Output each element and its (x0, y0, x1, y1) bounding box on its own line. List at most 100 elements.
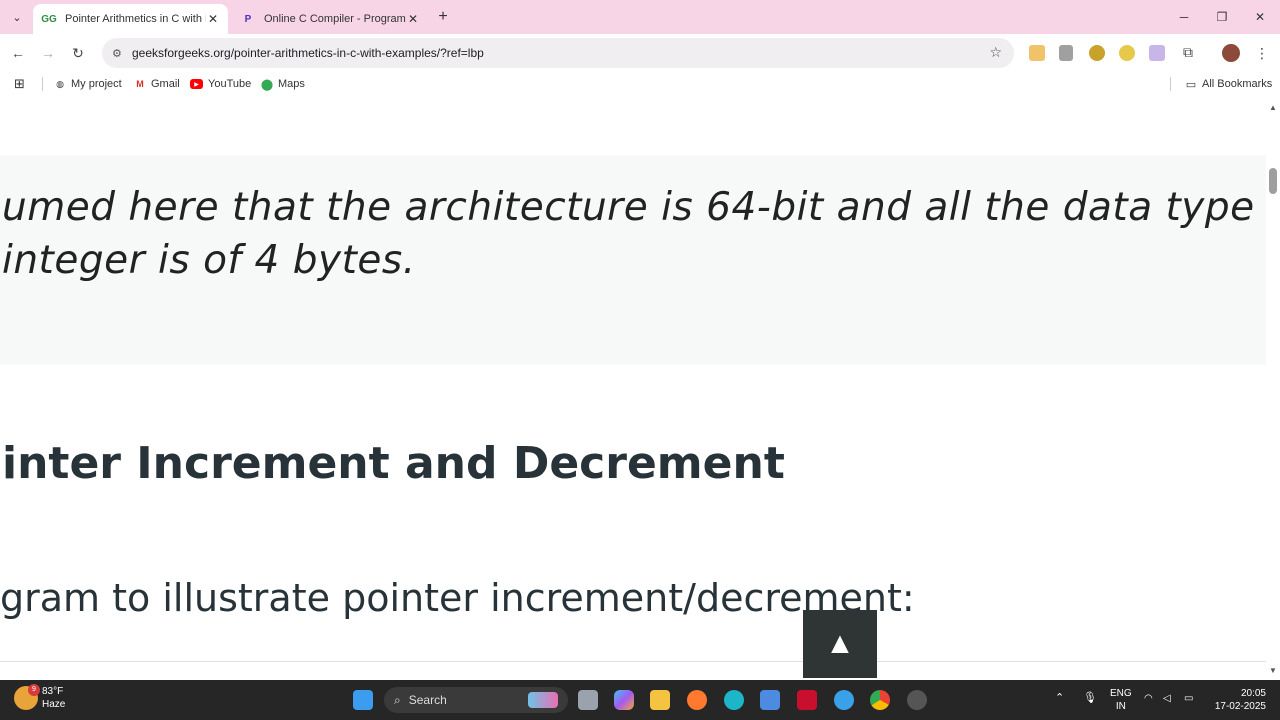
bookmarks-bar: ⊞ ◍ My project M Gmail ▶ YouTube ⬤ Maps … (0, 72, 1280, 96)
app-icon[interactable] (907, 690, 927, 710)
extensions-button[interactable]: ⧉ (1178, 43, 1198, 61)
tab-title: Pointer Arithmetics in C with Examples (65, 13, 206, 25)
page-content: umed here that the architecture is 64-bi… (0, 100, 1266, 678)
chevron-down-icon: ⌄ (12, 11, 22, 24)
tab-strip: ⌄ GG Pointer Arithmetics in C with Examp… (0, 0, 1280, 34)
scroll-to-top-button[interactable]: ▲ (803, 610, 877, 678)
section-paragraph: gram to illustrate pointer increment/dec… (0, 576, 915, 620)
windows-start-icon[interactable] (353, 690, 373, 710)
bookmark-label: YouTube (208, 78, 252, 90)
bookmark-youtube[interactable]: ▶ YouTube (190, 76, 251, 92)
note-text-line-2: integer is of 4 bytes. (2, 238, 416, 283)
chrome-icon[interactable] (870, 690, 890, 710)
arrow-up-icon: ▲ (825, 627, 855, 660)
edge-icon[interactable] (724, 690, 744, 710)
reload-button[interactable]: ↻ (68, 44, 88, 62)
youtube-icon: ▶ (190, 79, 203, 89)
firefox-icon[interactable] (687, 690, 707, 710)
close-icon: ✕ (1254, 10, 1266, 24)
temperature-text: 83°F (42, 686, 64, 697)
bookmark-my-project[interactable]: ◍ My project (54, 76, 122, 92)
clock[interactable]: 20:05 17-02-2025 (1208, 687, 1266, 713)
extension-1-icon[interactable] (1029, 45, 1045, 61)
taskbar-search[interactable]: ⌕ Search (384, 687, 568, 713)
weather-icon: 9 (14, 684, 40, 710)
mcafee-icon[interactable] (797, 690, 817, 710)
tab-online-c-compiler[interactable]: P Online C Compiler - Programiz ✕ (232, 4, 428, 34)
volume-icon[interactable]: ◁ (1163, 692, 1171, 705)
divider (0, 661, 1266, 662)
time-text: 20:05 (1240, 688, 1266, 699)
tab-title: Online C Compiler - Programiz (264, 13, 406, 25)
avatar[interactable] (1222, 44, 1240, 62)
maps-icon: ⬤ (260, 78, 274, 91)
bookmark-label: My project (71, 78, 122, 90)
close-icon[interactable]: ✕ (406, 12, 420, 26)
url-text: geeksforgeeks.org/pointer-arithmetics-in… (132, 46, 484, 60)
taskbar: 9 83°F Haze ⌕ Search ⌃ 🎙 ENG IN ◠ ◁ ▭ 20… (0, 680, 1280, 720)
arrow-right-icon: → (41, 45, 55, 61)
copilot-icon[interactable] (614, 690, 634, 710)
date-text: 17-02-2025 (1214, 701, 1266, 712)
wifi-icon[interactable]: ◠ (1144, 692, 1153, 705)
extension-5-icon[interactable] (1149, 45, 1165, 61)
minimize-icon: ─ (1179, 10, 1189, 24)
app-icon[interactable] (834, 690, 854, 710)
page-scrollbar[interactable]: ▲ ▼ (1266, 100, 1280, 678)
extension-3-icon[interactable] (1089, 45, 1105, 61)
language-indicator[interactable]: ENG IN (1110, 687, 1132, 713)
notification-badge: 9 (28, 684, 40, 696)
extension-4-icon[interactable] (1119, 45, 1135, 61)
more-vertical-icon: ⋮ (1255, 45, 1269, 61)
note-box: umed here that the architecture is 64-bi… (0, 155, 1266, 365)
all-bookmarks-button[interactable]: ▭ All Bookmarks (1185, 76, 1273, 92)
address-bar[interactable]: ⚙ geeksforgeeks.org/pointer-arithmetics-… (102, 38, 1014, 68)
restore-button[interactable]: ❐ (1212, 8, 1232, 26)
close-icon[interactable]: ✕ (206, 12, 220, 26)
chevron-up-icon[interactable]: ⌃ (1055, 692, 1064, 705)
tab-search-button[interactable]: ⌄ (8, 8, 26, 26)
weather-widget[interactable]: 9 83°F Haze (14, 684, 66, 711)
microphone-icon[interactable]: 🎙 (1083, 692, 1097, 705)
scrollbar-thumb[interactable] (1269, 168, 1277, 194)
store-icon[interactable] (760, 690, 780, 710)
back-button[interactable]: ← (8, 44, 28, 62)
programiz-favicon-icon: P (244, 13, 252, 25)
plus-icon: + (438, 8, 448, 25)
divider (42, 77, 43, 91)
bookmark-maps[interactable]: ⬤ Maps (261, 76, 305, 92)
file-explorer-icon[interactable] (650, 690, 670, 710)
star-icon[interactable]: ☆ (989, 44, 1002, 61)
language-text: ENG (1110, 688, 1132, 699)
bookmark-label: Maps (278, 78, 305, 90)
search-highlight-icon (528, 692, 558, 708)
weather-condition-text: Haze (42, 699, 66, 710)
all-bookmarks-label: All Bookmarks (1202, 78, 1273, 90)
close-window-button[interactable]: ✕ (1250, 8, 1270, 26)
new-tab-button[interactable]: + (434, 8, 452, 26)
task-view-icon[interactable] (578, 690, 598, 710)
gfg-favicon-icon: GG (41, 13, 57, 25)
apps-button[interactable]: ⊞ (14, 76, 25, 92)
note-text-line-1: umed here that the architecture is 64-bi… (2, 185, 1255, 230)
puzzle-icon: ⧉ (1183, 44, 1193, 60)
scroll-up-icon[interactable]: ▲ (1268, 103, 1278, 113)
restore-icon: ❐ (1216, 10, 1228, 24)
search-icon: ⌕ (394, 692, 401, 707)
forward-button[interactable]: → (38, 44, 58, 62)
scroll-down-icon[interactable]: ▼ (1268, 666, 1278, 676)
battery-icon[interactable]: ▭ (1184, 692, 1193, 705)
tab-pointer-arithmetics[interactable]: GG Pointer Arithmetics in C with Example… (33, 4, 228, 34)
minimize-button[interactable]: ─ (1174, 8, 1194, 26)
bookmark-gmail[interactable]: M Gmail (134, 76, 180, 92)
arrow-left-icon: ← (11, 45, 25, 61)
extension-2-icon[interactable] (1059, 45, 1073, 61)
site-info-icon[interactable]: ⚙ (112, 47, 128, 60)
grid-icon: ⊞ (14, 76, 25, 91)
reload-icon: ↻ (72, 45, 84, 61)
menu-button[interactable]: ⋮ (1252, 44, 1272, 62)
search-label: Search (408, 693, 447, 707)
divider (1170, 77, 1171, 91)
gmail-icon: M (136, 79, 144, 89)
bookmark-label: Gmail (151, 78, 180, 90)
